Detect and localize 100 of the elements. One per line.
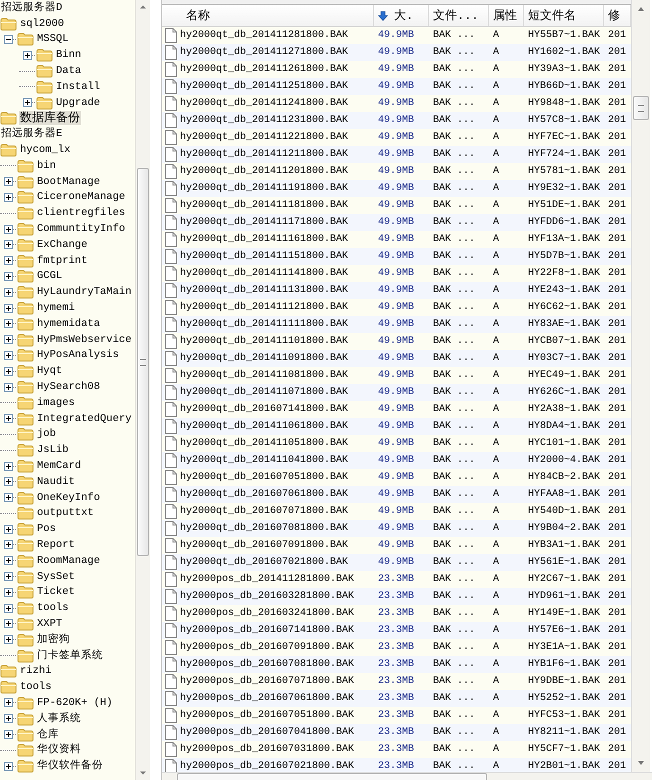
file-name[interactable]: hy2000qt_db_201607021800.BAK bbox=[180, 557, 348, 568]
file-name[interactable]: hy2000pos_db_201411281800.BAK bbox=[180, 574, 354, 585]
file-name[interactable]: hy2000pos_db_201607071800.BAK bbox=[180, 676, 354, 687]
tree-item[interactable]: hymemidata bbox=[36, 316, 102, 331]
expand-icon[interactable] bbox=[4, 350, 13, 360]
expand-icon[interactable] bbox=[4, 572, 13, 582]
file-name[interactable]: hy2000qt_db_201607071800.BAK bbox=[180, 506, 348, 517]
file-name[interactable]: hy2000qt_db_201411051800.BAK bbox=[180, 438, 348, 449]
file-name[interactable]: hy2000qt_db_201411191800.BAK bbox=[180, 183, 348, 194]
tree-item[interactable]: bin bbox=[36, 158, 57, 173]
expand-icon[interactable] bbox=[4, 524, 13, 534]
expand-icon[interactable] bbox=[23, 98, 32, 108]
tree-item[interactable]: clientregfiles bbox=[36, 206, 126, 220]
file-name[interactable]: hy2000qt_db_201411241800.BAK bbox=[180, 98, 348, 109]
file-name[interactable]: hy2000qt_db_201411261800.BAK bbox=[180, 64, 348, 75]
tree-item[interactable]: 加密狗 bbox=[36, 632, 71, 647]
expand-icon[interactable] bbox=[4, 714, 13, 724]
file-name[interactable]: hy2000qt_db_201411171800.BAK bbox=[180, 217, 348, 228]
tree-item[interactable]: OneKeyInfo bbox=[36, 490, 102, 505]
expand-icon[interactable] bbox=[4, 588, 13, 597]
tree-item[interactable]: CiceroneManage bbox=[36, 190, 126, 204]
tree-item[interactable]: 门卡签单系统 bbox=[36, 648, 104, 663]
file-name[interactable]: hy2000pos_db_201607081800.BAK bbox=[180, 659, 354, 670]
tree-item[interactable]: SysSet bbox=[36, 570, 76, 584]
tree-item[interactable]: HySearch08 bbox=[36, 380, 102, 394]
expand-icon[interactable] bbox=[4, 462, 13, 470]
tree-item[interactable]: 华仪资料 bbox=[36, 743, 82, 758]
expand-icon[interactable] bbox=[4, 540, 13, 550]
expand-icon[interactable] bbox=[4, 366, 13, 376]
expand-icon[interactable] bbox=[4, 256, 13, 266]
tree-item[interactable]: MemCard bbox=[36, 459, 82, 473]
file-name[interactable]: hy2000qt_db_201411131800.BAK bbox=[180, 285, 348, 296]
file-name[interactable]: hy2000qt_db_201411121800.BAK bbox=[180, 302, 348, 313]
column-header[interactable]: 属性 bbox=[489, 5, 524, 26]
file-name[interactable]: hy2000pos_db_201607031800.BAK bbox=[180, 744, 354, 755]
file-name[interactable]: hy2000pos_db_201603281800.BAK bbox=[180, 591, 354, 602]
tree-item[interactable]: 华仪软件备份 bbox=[36, 759, 104, 774]
file-name[interactable]: hy2000pos_db_201607041800.BAK bbox=[180, 727, 354, 738]
expand-icon[interactable] bbox=[4, 335, 13, 344]
file-name[interactable]: hy2000pos_db_201603241800.BAK bbox=[180, 608, 354, 619]
file-name[interactable]: hy2000qt_db_201411271800.BAK bbox=[180, 47, 348, 58]
tree-item[interactable]: IntegratedQuery bbox=[36, 412, 133, 426]
tree-item[interactable]: Ticket bbox=[36, 585, 76, 600]
file-name[interactable]: hy2000qt_db_201411181800.BAK bbox=[180, 200, 348, 211]
expand-icon[interactable] bbox=[4, 304, 13, 313]
scrollbar-thumb[interactable] bbox=[633, 96, 649, 120]
tree-item[interactable]: XXPT bbox=[36, 616, 64, 631]
expand-icon[interactable] bbox=[4, 414, 13, 424]
scrollbar-thumb[interactable] bbox=[137, 168, 149, 556]
scrollbar[interactable] bbox=[162, 772, 652, 780]
tree-item[interactable]: 人事系统 bbox=[36, 712, 82, 726]
tree-item[interactable]: HyLaundryTaMain bbox=[36, 285, 133, 300]
file-name[interactable]: hy2000qt_db_201411211800.BAK bbox=[180, 149, 348, 160]
tree-item[interactable]: fmtprint bbox=[36, 254, 88, 268]
expand-icon[interactable] bbox=[23, 50, 32, 60]
file-name[interactable]: hy2000qt_db_201411081800.BAK bbox=[180, 370, 348, 381]
expand-icon[interactable] bbox=[4, 177, 13, 186]
file-name[interactable]: hy2000qt_db_201411101800.BAK bbox=[180, 336, 348, 347]
expand-icon[interactable] bbox=[4, 382, 13, 392]
file-name[interactable]: hy2000pos_db_201607061800.BAK bbox=[180, 693, 354, 704]
expand-icon[interactable] bbox=[4, 192, 13, 202]
expand-icon[interactable] bbox=[4, 730, 13, 740]
tree-item[interactable]: BootManage bbox=[36, 174, 102, 189]
tree-item[interactable]: Binn bbox=[55, 48, 82, 62]
tree-item[interactable]: FP-620K+ (H) bbox=[36, 696, 114, 710]
file-name[interactable]: hy2000qt_db_201411111800.BAK bbox=[180, 319, 348, 330]
tree-item[interactable]: 仓库 bbox=[36, 728, 60, 742]
file-name[interactable]: hy2000pos_db_201607141800.BAK bbox=[180, 625, 354, 636]
expand-icon[interactable] bbox=[4, 477, 13, 486]
column-header[interactable]: 名称 bbox=[162, 5, 374, 26]
tree-item[interactable]: Naudit bbox=[36, 474, 76, 489]
expand-icon[interactable] bbox=[4, 556, 13, 566]
expand-icon[interactable] bbox=[4, 272, 13, 281]
tree-item[interactable]: CommuntityInfo bbox=[36, 222, 126, 236]
tree-item[interactable]: images bbox=[36, 396, 76, 410]
tree-item[interactable]: sql2000 bbox=[19, 16, 66, 31]
file-name[interactable]: hy2000qt_db_201411231800.BAK bbox=[180, 115, 348, 126]
file-name[interactable]: hy2000qt_db_201411071800.BAK bbox=[180, 387, 348, 398]
collapse-icon[interactable] bbox=[4, 34, 13, 44]
file-name[interactable]: hy2000qt_db_201411141800.BAK bbox=[180, 268, 348, 279]
tree-item[interactable]: Report bbox=[36, 538, 76, 552]
scrollbar[interactable] bbox=[631, 0, 650, 772]
tree-item[interactable]: Data bbox=[55, 64, 82, 78]
tree-item[interactable]: 招远服务器E bbox=[0, 127, 64, 142]
file-name[interactable]: hy2000qt_db_201411091800.BAK bbox=[180, 353, 348, 364]
file-name[interactable]: hy2000qt_db_201411281800.BAK bbox=[180, 30, 348, 41]
expand-icon[interactable] bbox=[4, 762, 13, 771]
expand-icon[interactable] bbox=[4, 319, 13, 328]
tree-item[interactable]: job bbox=[36, 427, 57, 442]
tree-item[interactable]: 数据库备份 bbox=[19, 111, 81, 126]
expand-icon[interactable] bbox=[4, 224, 13, 234]
expand-icon[interactable] bbox=[4, 635, 13, 644]
file-name[interactable]: hy2000qt_db_201607051800.BAK bbox=[180, 472, 348, 483]
tree-item[interactable]: tools bbox=[36, 601, 70, 616]
file-name[interactable]: hy2000qt_db_201411251800.BAK bbox=[180, 81, 348, 92]
tree-item[interactable]: HyPosAnalysis bbox=[36, 348, 120, 362]
scrollbar[interactable] bbox=[135, 0, 150, 780]
file-name[interactable]: hy2000qt_db_201411151800.BAK bbox=[180, 251, 348, 262]
tree-item[interactable]: HyPmsWebservice bbox=[36, 332, 133, 347]
tree-item[interactable]: tools bbox=[19, 680, 53, 694]
